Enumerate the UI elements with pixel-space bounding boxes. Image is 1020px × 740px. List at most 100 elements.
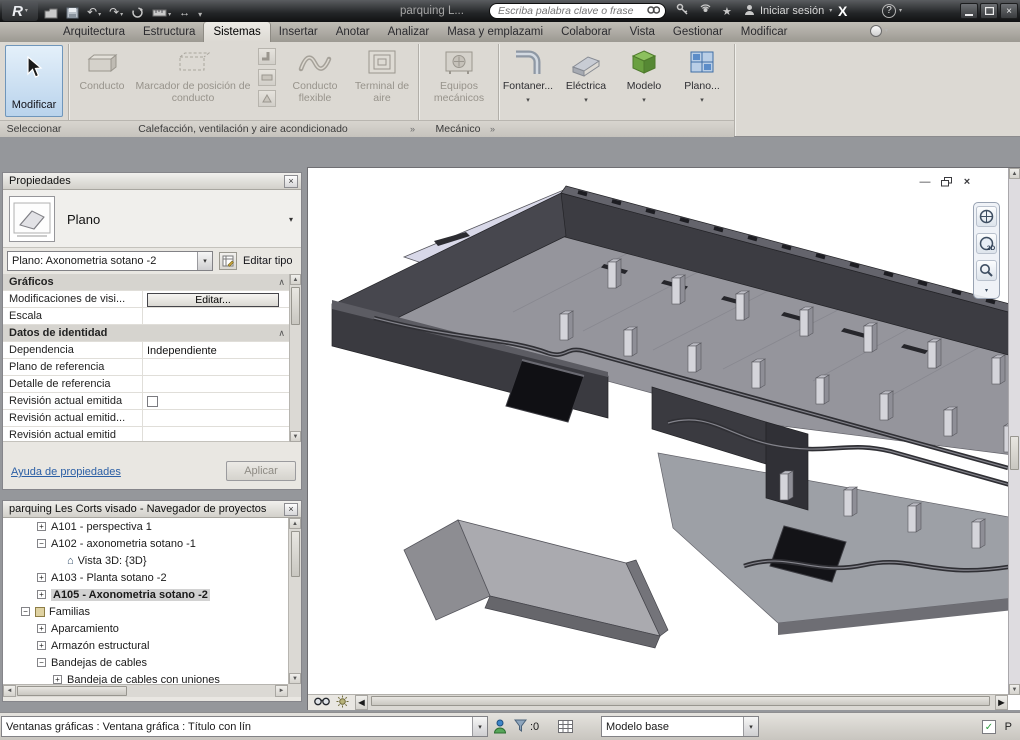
duct-accessory-icon[interactable] <box>258 69 276 86</box>
property-value[interactable] <box>143 359 289 375</box>
qat-menu-icon[interactable]: ▾ <box>198 3 202 19</box>
properties-help-link[interactable]: Ayuda de propiedades <box>11 466 121 478</box>
scroll-down-icon[interactable]: ▼ <box>289 673 301 684</box>
panel-expand-icon[interactable]: » <box>490 121 495 137</box>
tree-item-bandeja-uniones[interactable]: + Bandeja de cables con uniones <box>3 671 288 684</box>
close-icon[interactable]: × <box>284 175 298 188</box>
help-search-box[interactable] <box>489 3 666 19</box>
tree-item-vista-3d[interactable]: ⌂ Vista 3D: {3D} <box>3 552 288 569</box>
browser-vertical-scrollbar[interactable]: ▲ ▼ <box>288 518 301 684</box>
browser-horizontal-scrollbar[interactable]: ◄ ► <box>3 684 288 697</box>
property-row[interactable]: Revisión actual emitid <box>3 427 289 442</box>
scroll-right-icon[interactable]: ► <box>995 695 1008 710</box>
redo-icon[interactable]: ↷▾ <box>109 3 123 19</box>
collapse-icon[interactable]: − <box>21 607 30 616</box>
property-value[interactable] <box>143 393 289 409</box>
apply-button[interactable]: Aplicar <box>226 461 296 481</box>
property-row[interactable]: Revisión actual emitida <box>3 393 289 410</box>
duct-button[interactable]: Conducto <box>74 46 130 93</box>
ribbon-display-toggle[interactable]: ▾ <box>870 25 888 37</box>
tab-gestionar[interactable]: Gestionar <box>664 22 732 42</box>
status-message-combo[interactable]: Ventanas gráficas : Ventana gráfica : Tí… <box>1 716 488 737</box>
help-icon[interactable]: ? <box>882 4 896 18</box>
scroll-left-icon[interactable]: ◄ <box>355 695 368 710</box>
expand-icon[interactable]: + <box>37 522 46 531</box>
edit-visibility-button[interactable]: Editar... <box>147 293 279 307</box>
tree-item-bandejas[interactable]: − Bandejas de cables <box>3 654 288 671</box>
scroll-up-icon[interactable]: ▲ <box>290 274 301 285</box>
drawing-area-3d-view[interactable]: — × 2D ▾ ▲ ▼ ◄ <box>307 167 1020 710</box>
design-options-combo[interactable]: Modelo base ▾ <box>601 716 759 737</box>
search-input[interactable] <box>498 5 647 17</box>
undo-icon[interactable]: ↶▾ <box>87 3 101 19</box>
modify-tool-button[interactable]: Modificar <box>5 45 63 117</box>
application-menu-button[interactable]: R ▾ <box>2 1 38 21</box>
air-terminal-button[interactable]: Terminal de aire <box>350 46 414 104</box>
exchange-apps-icon[interactable]: X <box>838 0 847 22</box>
communication-center-icon[interactable] <box>699 3 712 19</box>
tab-insertar[interactable]: Insertar <box>270 22 327 42</box>
steering-wheel-2d-icon[interactable]: 2D <box>976 233 997 254</box>
measure-icon[interactable]: ▾ <box>152 3 171 19</box>
selection-filter-control[interactable]: :0 <box>514 719 539 735</box>
tree-item-a105-selected[interactable]: + A105 - Axonometria sotano -2 <box>3 586 288 603</box>
maximize-button[interactable] <box>980 3 998 19</box>
tab-anotar[interactable]: Anotar <box>327 22 379 42</box>
scroll-up-icon[interactable]: ▲ <box>289 518 301 529</box>
scrollbar-thumb[interactable] <box>17 686 127 696</box>
binoculars-search-icon[interactable] <box>647 5 660 18</box>
zoom-icon[interactable] <box>976 260 997 281</box>
panel-footer-seleccionar[interactable]: Seleccionar <box>0 120 68 137</box>
project-browser-header[interactable]: parquing Les Corts visado - Navegador de… <box>3 501 301 518</box>
sign-in-control[interactable]: Iniciar sesión ▾ <box>744 0 832 22</box>
chevron-down-icon[interactable]: ▾ <box>985 287 988 295</box>
chevron-down-icon[interactable]: ▾ <box>743 717 758 736</box>
revision-checkbox[interactable] <box>147 396 158 407</box>
property-section-graficos[interactable]: Gráficos ∧ <box>3 274 289 291</box>
property-row[interactable]: Detalle de referencia <box>3 376 289 393</box>
sun-shadows-icon[interactable] <box>336 695 349 711</box>
property-row[interactable]: Dependencia Independiente <box>3 342 289 359</box>
expand-icon[interactable]: + <box>37 573 46 582</box>
tab-estructura[interactable]: Estructura <box>134 22 204 42</box>
save-icon[interactable] <box>66 3 79 19</box>
subscription-key-icon[interactable] <box>676 3 689 19</box>
scroll-down-icon[interactable]: ▼ <box>290 431 301 442</box>
scroll-down-icon[interactable]: ▼ <box>1009 684 1020 695</box>
view-vertical-scrollbar[interactable]: ▲ ▼ <box>1008 168 1020 695</box>
duct-placeholder-button[interactable]: Marcador de posición de conducto <box>132 46 254 104</box>
tree-item-aparcamiento[interactable]: + Aparcamiento <box>3 620 288 637</box>
collapse-icon[interactable]: − <box>37 539 46 548</box>
panel-expand-icon[interactable]: » <box>410 121 415 137</box>
help-control[interactable]: ? ▾ <box>882 0 902 22</box>
chevron-down-icon[interactable]: ▾ <box>168 11 171 19</box>
chevron-down-icon[interactable]: ▾ <box>472 717 487 736</box>
active-only-checkbox[interactable]: ✓ <box>982 720 996 734</box>
worksets-grid-icon[interactable] <box>558 720 573 733</box>
close-button[interactable]: × <box>1000 3 1018 19</box>
property-row[interactable]: Escala <box>3 308 289 325</box>
tab-analizar[interactable]: Analizar <box>379 22 439 42</box>
visual-style-glasses-icon[interactable] <box>314 696 330 709</box>
edit-type-button[interactable]: Editar tipo <box>243 255 293 267</box>
favorites-star-icon[interactable]: ★ <box>722 5 732 18</box>
tab-modificar[interactable]: Modificar <box>732 22 797 42</box>
tab-vista[interactable]: Vista <box>621 22 664 42</box>
type-combo[interactable]: Plano: Axonometria sotano -2 ▾ <box>7 251 213 271</box>
property-value[interactable] <box>143 410 289 426</box>
sheet-panel-button[interactable]: Plano... ▾ <box>674 46 730 105</box>
expand-icon[interactable]: + <box>37 641 46 650</box>
property-value[interactable]: Editar... <box>143 291 289 307</box>
chevron-down-icon[interactable]: ▾ <box>289 215 293 224</box>
expand-icon[interactable]: + <box>37 624 46 633</box>
type-selector[interactable]: Plano ▾ <box>3 190 301 248</box>
electrical-panel-button[interactable]: Eléctrica ▾ <box>558 46 614 105</box>
property-value[interactable] <box>143 308 289 324</box>
scroll-up-icon[interactable]: ▲ <box>1009 168 1020 179</box>
tab-masa-y-emplazamiento[interactable]: Masa y emplazami <box>438 22 552 42</box>
mechanical-equipment-button[interactable]: Equipos mecánicos <box>424 46 494 104</box>
close-icon[interactable]: × <box>284 503 298 516</box>
scrollbar-thumb[interactable] <box>291 287 300 325</box>
expand-icon[interactable]: + <box>53 675 62 684</box>
scroll-left-icon[interactable]: ◄ <box>3 685 16 697</box>
